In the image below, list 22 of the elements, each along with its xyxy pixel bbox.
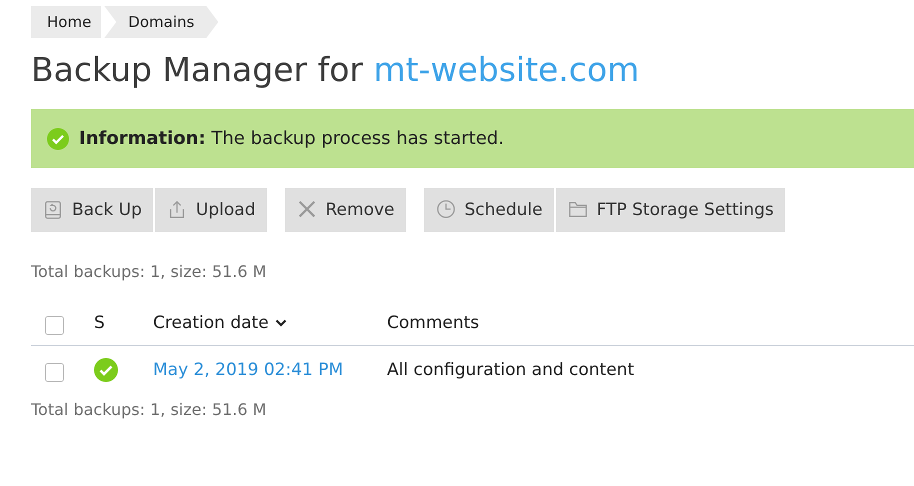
- toolbar-button[interactable]: Back Up: [31, 188, 153, 232]
- backup-summary: Total backups: 1, size: 51.6 M: [31, 262, 268, 281]
- page-title: Backup Manager for: [31, 50, 364, 89]
- alert-message: Information: The backup process has started.: [79, 128, 504, 149]
- hard-drive-icon: [42, 199, 64, 221]
- breadcrumb-link[interactable]: Home: [31, 6, 102, 38]
- column-header: Comments: [387, 313, 480, 333]
- row-checkbox[interactable]: [45, 362, 64, 382]
- comment-text: All configuration and content: [387, 360, 636, 380]
- column-header[interactable]: Creation date: [153, 313, 387, 333]
- backup-summary: Total backups: 1, size: 51.6 M: [31, 400, 268, 419]
- toolbar-button[interactable]: FTP Storage Settings: [556, 188, 785, 232]
- toolbar-button[interactable]: Schedule: [424, 188, 554, 232]
- clock-icon: [434, 199, 456, 221]
- breadcrumb-link[interactable]: Domains: [104, 6, 218, 38]
- column-header: S: [94, 313, 106, 333]
- toolbar-button[interactable]: Remove: [284, 188, 406, 232]
- select-all-checkbox[interactable]: [45, 316, 64, 334]
- check-circle-icon: [94, 358, 118, 382]
- check-circle-icon: [47, 128, 69, 150]
- toolbar-button[interactable]: Upload: [154, 188, 266, 232]
- sort-caret-icon: [274, 319, 287, 327]
